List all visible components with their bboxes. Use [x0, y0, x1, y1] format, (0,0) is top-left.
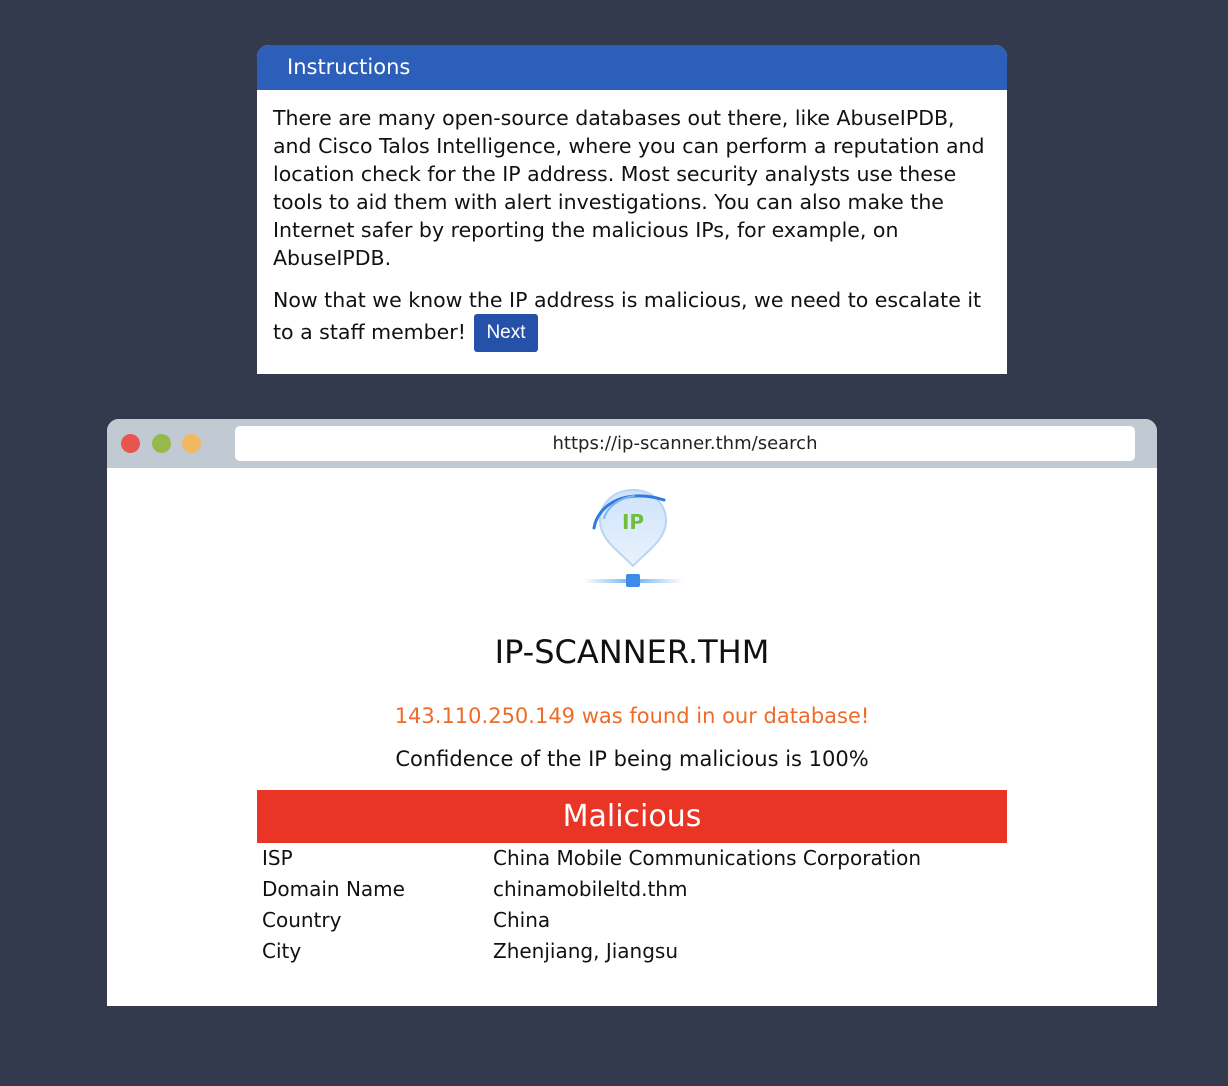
site-title: IP-SCANNER.THM — [494, 633, 770, 671]
detail-key: Domain Name — [262, 877, 405, 901]
instructions-panel: Instructions There are many open-source … — [257, 45, 1007, 374]
detail-value: China Mobile Communications Corporation — [493, 846, 922, 870]
detail-row-country: Country China — [257, 905, 1007, 936]
maximize-window-dot[interactable] — [182, 434, 201, 453]
detail-value: chinamobileltd.thm — [493, 877, 688, 901]
confidence-message: Confidence of the IP being malicious is … — [395, 747, 869, 771]
close-window-dot[interactable] — [121, 434, 140, 453]
address-bar[interactable]: https://ip-scanner.thm/search — [235, 426, 1135, 461]
instructions-paragraph-2: Now that we know the IP address is malic… — [273, 286, 991, 352]
instructions-title: Instructions — [257, 45, 1007, 90]
detail-row-city: City Zhenjiang, Jiangsu — [257, 936, 1007, 967]
browser-toolbar: https://ip-scanner.thm/search — [107, 419, 1157, 468]
detail-key: ISP — [262, 846, 293, 870]
next-button[interactable]: Next — [474, 314, 538, 352]
page-content: IP IP-SCANNER.THM 143.110.250.149 was fo… — [107, 468, 1157, 1006]
instructions-paragraph-1: There are many open-source databases out… — [273, 106, 985, 270]
detail-row-domain-name: Domain Name chinamobileltd.thm — [257, 874, 1007, 905]
logo-text: IP — [622, 510, 644, 534]
detail-value: Zhenjiang, Jiangsu — [493, 939, 678, 963]
verdict-banner: Malicious — [257, 790, 1007, 843]
ip-details-table: ISP China Mobile Communications Corporat… — [257, 843, 1007, 967]
browser-window: https://ip-scanner.thm/search IP IP-SCAN… — [107, 419, 1157, 1006]
detail-key: Country — [262, 908, 342, 932]
instructions-body: There are many open-source databases out… — [257, 90, 1007, 352]
detail-value: China — [493, 908, 551, 932]
detail-row-isp: ISP China Mobile Communications Corporat… — [257, 843, 1007, 874]
minimize-window-dot[interactable] — [152, 434, 171, 453]
ip-scanner-logo-icon: IP — [583, 488, 683, 587]
found-message: 143.110.250.149 was found in our databas… — [394, 704, 870, 728]
detail-key: City — [262, 939, 302, 963]
instructions-paragraph-2-text: Now that we know the IP address is malic… — [273, 288, 982, 344]
